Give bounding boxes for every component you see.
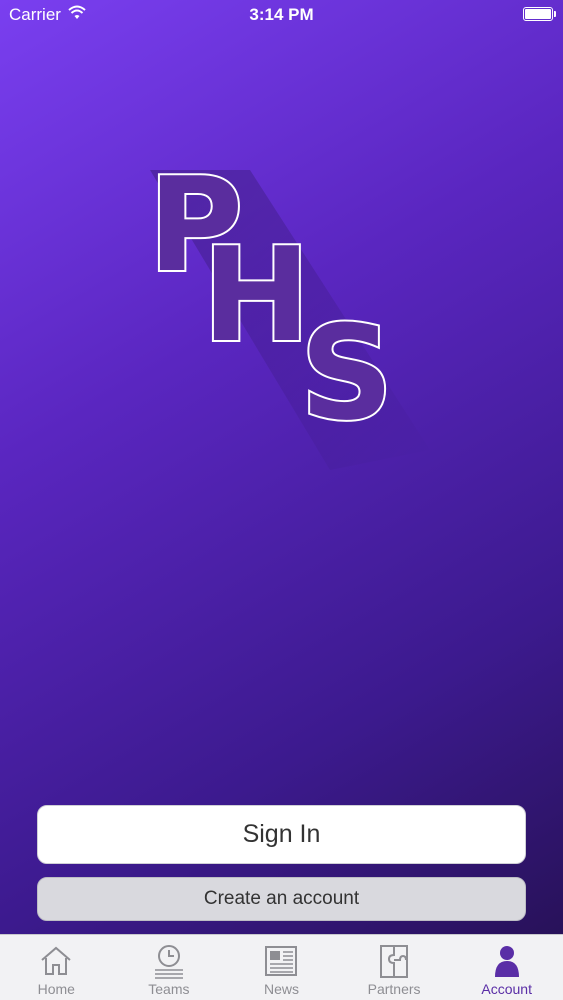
tab-news[interactable]: News	[225, 935, 338, 1000]
phs-logo: P H S	[146, 150, 430, 470]
puzzle-piece-icon	[380, 945, 409, 978]
battery-icon	[523, 7, 556, 21]
tab-teams-label: Teams	[148, 981, 190, 997]
logo-letter-s: S	[300, 297, 394, 449]
tab-partners[interactable]: Partners	[338, 935, 451, 1000]
tab-account[interactable]: Account	[450, 935, 563, 1000]
house-icon	[41, 946, 71, 975]
status-bar: Carrier 3:14 PM	[0, 0, 563, 30]
sign-in-button[interactable]: Sign In	[37, 805, 526, 864]
tab-partners-label: Partners	[367, 981, 421, 997]
tab-teams[interactable]: Teams	[113, 935, 226, 1000]
tab-bar: Home Teams News Partners Account	[0, 934, 563, 1000]
tab-news-label: News	[263, 981, 299, 997]
tab-home-label: Home	[37, 981, 75, 997]
clock-time: 3:14 PM	[249, 5, 314, 24]
person-icon	[494, 946, 519, 977]
tab-account-label: Account	[481, 981, 532, 997]
logo-letter-h: H	[202, 219, 311, 371]
newspaper-icon	[265, 946, 298, 976]
tab-home[interactable]: Home	[0, 935, 113, 1000]
clock-list-icon	[154, 945, 183, 979]
create-account-button[interactable]: Create an account	[37, 877, 526, 921]
